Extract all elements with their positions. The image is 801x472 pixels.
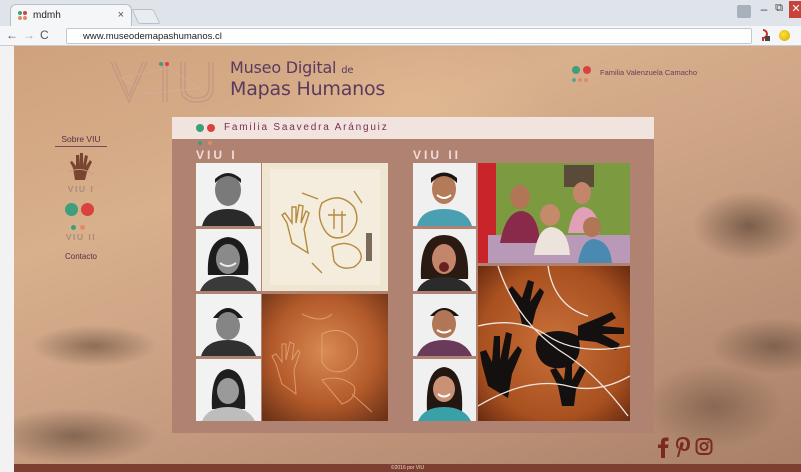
sidebar-nav: Sobre VIU VIU I VIU II Contacto [47,130,115,280]
portrait-viu1-1[interactable] [196,163,261,226]
facebook-icon[interactable] [657,436,669,458]
extension-icon[interactable] [759,29,771,42]
sidebar-dots-icon[interactable] [65,203,99,217]
panel-header: Familia Saavedra Aránguiz [172,117,654,139]
portrait-viu1-3[interactable] [196,294,261,356]
sidebar-item-contacto[interactable]: Contacto [47,252,115,261]
new-tab-button[interactable] [131,9,161,24]
page-footer: ©2016 por VIU [14,464,801,472]
panel-dots-icon [196,123,220,133]
section-label-viu1: VIU I [196,148,238,162]
reload-button[interactable]: C [40,28,49,42]
web-page: Museo Digital de Mapas Humanos Familia V… [14,46,801,472]
footer-text: ©2016 por VIU [390,465,425,471]
instagram-icon[interactable] [695,436,713,458]
section-label-viu2: VIU II [413,148,462,162]
forward-button[interactable]: → [23,28,35,42]
portrait-viu2-3[interactable] [413,294,476,356]
favicon-icon [18,11,28,21]
browser-tabbar: mdmh × – ⧉ ✕ [0,0,801,26]
site-title-de: de [341,65,354,76]
user-profile-icon[interactable] [737,5,751,18]
panel-small-dots-icon [198,141,218,146]
sidebar-item-viu2[interactable]: VIU II [47,232,115,242]
site-title-line2: Mapas Humanos [230,78,386,100]
hand-icon[interactable] [67,152,95,182]
tab-title: mdmh [33,10,61,21]
viu-logo[interactable] [109,58,221,106]
site-title-line1: Museo Digital [230,58,337,77]
portrait-viu1-4[interactable] [196,359,261,421]
address-bar[interactable]: www.museodemapashumanos.cl [66,28,752,44]
window-close-button[interactable]: ✕ [789,1,801,18]
map-image-viu1-drawing[interactable] [262,163,388,291]
family-panel: Familia Saavedra Aránguiz VIU I VIU II [172,117,654,472]
portrait-viu2-1[interactable] [413,163,476,226]
panel-title: Familia Saavedra Aránguiz [224,122,389,133]
portrait-viu2-4[interactable] [413,359,476,421]
window-minimize-button[interactable]: – [758,2,770,16]
browser-tab[interactable]: mdmh × [10,4,132,26]
portrait-viu2-2[interactable] [413,229,476,291]
window-restore-button[interactable]: ⧉ [773,2,785,15]
back-button[interactable]: ← [6,28,18,42]
map-image-viu1-copper[interactable] [262,294,388,421]
map-image-viu2-hands[interactable] [478,266,630,421]
address-url: www.museodemapashumanos.cl [83,31,222,42]
sidebar-item-sobre[interactable]: Sobre VIU [55,134,107,147]
pinterest-icon[interactable] [674,436,692,458]
sidebar-small-dots-icon [71,225,89,231]
family-photo-viu2[interactable] [478,163,630,263]
family-dots-icon [570,66,596,84]
extension-badge-icon[interactable] [779,30,790,41]
browser-toolbar: ← → C www.museodemapashumanos.cl [0,26,801,46]
family-link-label: Familia Valenzuela Camacho [600,68,697,77]
family-link[interactable]: Familia Valenzuela Camacho [570,66,697,82]
portrait-viu1-2[interactable] [196,229,261,291]
sidebar-item-viu1[interactable]: VIU I [47,184,115,194]
site-title: Museo Digital de Mapas Humanos [230,58,385,100]
tab-close-icon[interactable]: × [118,9,124,21]
